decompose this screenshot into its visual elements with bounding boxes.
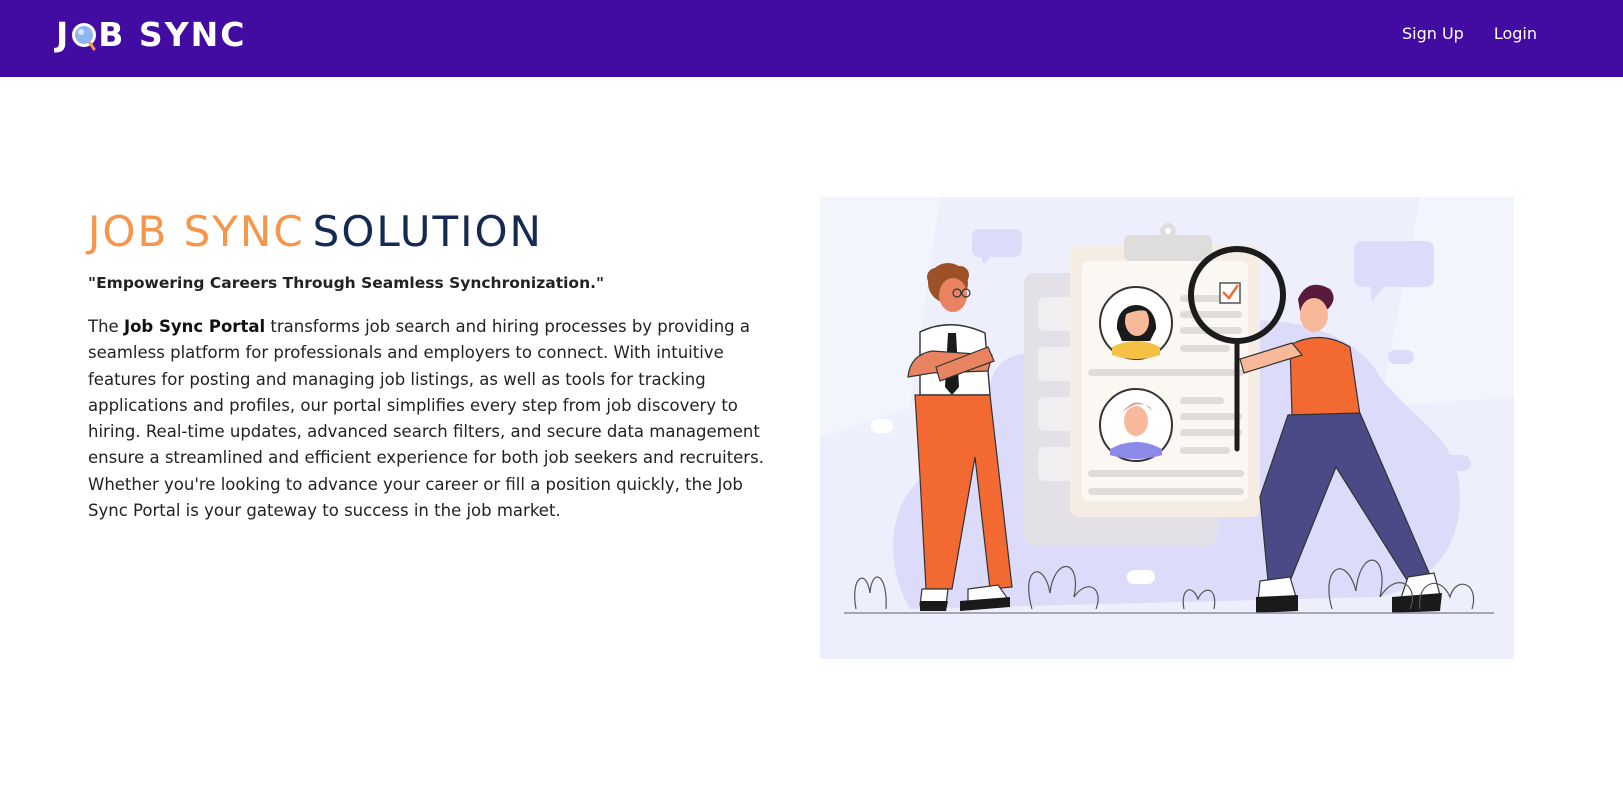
tagline: "Empowering Careers Through Seamless Syn… [88, 274, 605, 292]
description-prefix: The [88, 317, 124, 336]
description-bold: Job Sync Portal [123, 317, 266, 336]
hero-title: JOB SYNC SOLUTION [88, 207, 543, 256]
nav-links: Sign Up Login [1402, 24, 1537, 43]
description-rest: transforms job search and hiring process… [88, 317, 764, 521]
hero-title-part2: SOLUTION [312, 207, 543, 256]
hero-description: The Job Sync Portal transforms job searc… [88, 314, 768, 524]
hero-title-part1: JOB SYNC [88, 207, 305, 256]
magnifier-o-icon [71, 21, 97, 51]
login-link[interactable]: Login [1494, 24, 1537, 43]
recruitment-illustration [820, 197, 1514, 659]
logo-text-j: J [56, 14, 71, 54]
illustration-svg [820, 197, 1514, 614]
signup-link[interactable]: Sign Up [1402, 24, 1464, 43]
logo[interactable]: J B SYNC [56, 14, 246, 54]
logo-text-rest: B SYNC [98, 14, 247, 54]
navbar: J B SYNC Sign Up Login [0, 0, 1623, 77]
